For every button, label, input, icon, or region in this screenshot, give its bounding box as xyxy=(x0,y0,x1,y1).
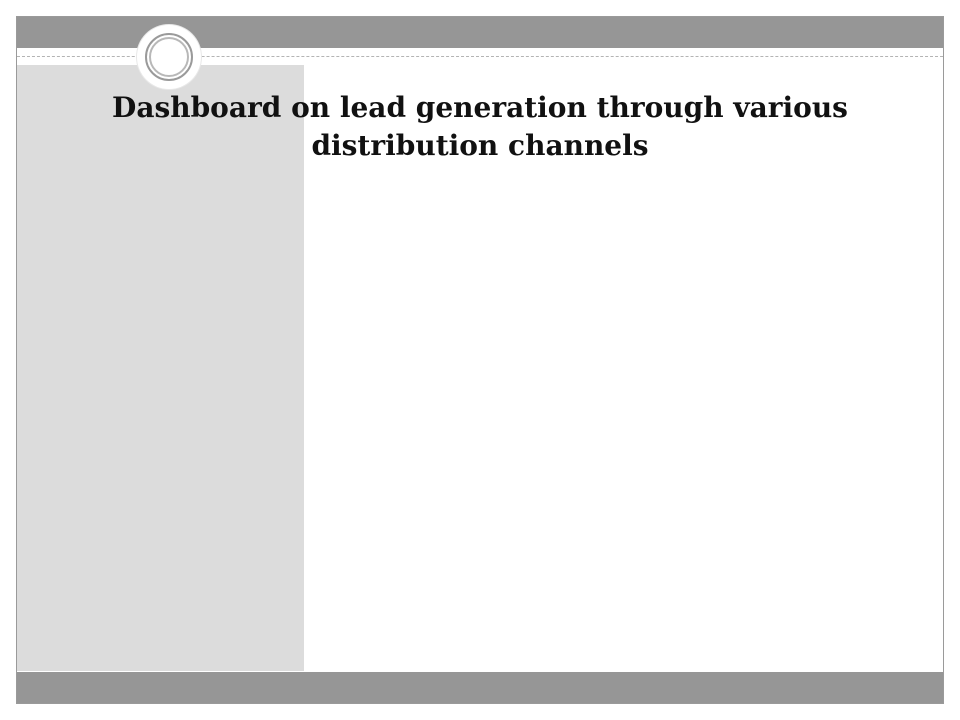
slide: Dashboard on lead generation through var… xyxy=(16,16,944,704)
slide-title: Dashboard on lead generation through var… xyxy=(112,91,848,162)
ornament-inner-ring xyxy=(149,37,189,77)
bottom-bar xyxy=(17,672,943,703)
circle-ornament-icon xyxy=(137,25,201,89)
